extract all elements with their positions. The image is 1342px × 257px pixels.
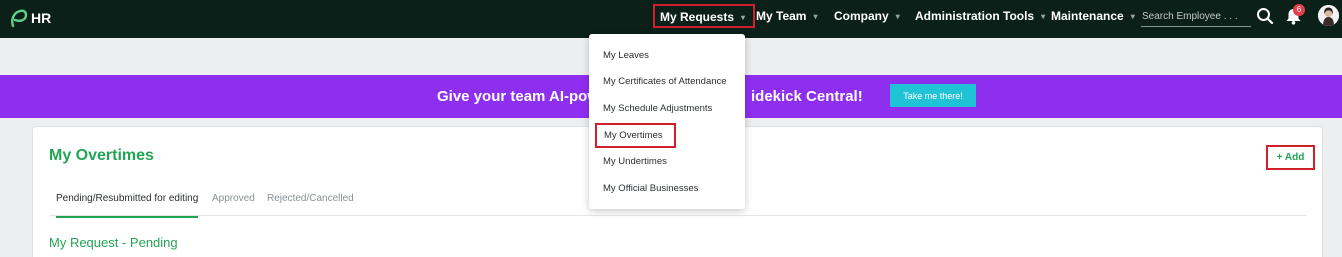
search-icon[interactable] [1256, 7, 1274, 25]
top-navbar: HR My Requests ▾ My Team ▾ Company ▾ Admini… [0, 0, 1342, 38]
menu-item-my-undertimes[interactable]: My Undertimes [603, 156, 667, 167]
avatar[interactable] [1318, 5, 1339, 26]
tabs-divider [49, 215, 1307, 216]
menu-item-my-certificates-of-attendance[interactable]: My Certificates of Attendance [603, 76, 727, 87]
chevron-down-icon: ▾ [1041, 11, 1046, 21]
tab-approved[interactable]: Approved [212, 193, 255, 204]
nav-company-label: Company [834, 9, 889, 23]
notification-badge: 6 [1293, 4, 1305, 16]
chevron-down-icon: ▾ [741, 12, 746, 22]
nav-my-requests-label: My Requests [660, 10, 735, 24]
nav-administration-tools-label: Administration Tools [915, 9, 1035, 23]
user-avatar-icon [1318, 5, 1339, 26]
chevron-down-icon: ▾ [813, 11, 818, 21]
tab-rejected-cancelled[interactable]: Rejected/Cancelled [267, 193, 354, 204]
nav-maintenance[interactable]: Maintenance ▾ [1051, 0, 1135, 32]
menu-item-my-leaves[interactable]: My Leaves [603, 50, 649, 61]
banner-text-left: Give your team AI-pow [437, 88, 599, 105]
add-button[interactable]: + Add [1266, 145, 1315, 170]
menu-item-my-overtimes[interactable]: My Overtimes [595, 123, 676, 148]
nav-my-team[interactable]: My Team ▾ [756, 0, 817, 32]
chevron-down-icon: ▾ [1130, 11, 1135, 21]
menu-item-my-official-businesses[interactable]: My Official Businesses [603, 183, 698, 194]
page-title: My Overtimes [49, 147, 154, 164]
nav-my-requests[interactable]: My Requests ▾ [653, 4, 756, 28]
banner-text-right: idekick Central! [750, 88, 863, 105]
nav-maintenance-label: Maintenance [1051, 9, 1124, 23]
nav-company[interactable]: Company ▾ [834, 0, 900, 32]
my-requests-dropdown: My Leaves My Certificates of Attendance … [589, 34, 745, 209]
brand-name[interactable]: HR [31, 10, 51, 26]
section-title: My Request - Pending [49, 235, 178, 250]
leaf-logo-icon[interactable] [7, 7, 29, 29]
search-employee-input[interactable] [1141, 6, 1251, 27]
nav-administration-tools[interactable]: Administration Tools ▾ [915, 0, 1045, 32]
menu-item-my-schedule-adjustments[interactable]: My Schedule Adjustments [603, 103, 712, 114]
chevron-down-icon: ▾ [895, 11, 900, 21]
nav-my-team-label: My Team [756, 9, 807, 23]
take-me-there-button[interactable]: Take me there! [890, 84, 976, 107]
